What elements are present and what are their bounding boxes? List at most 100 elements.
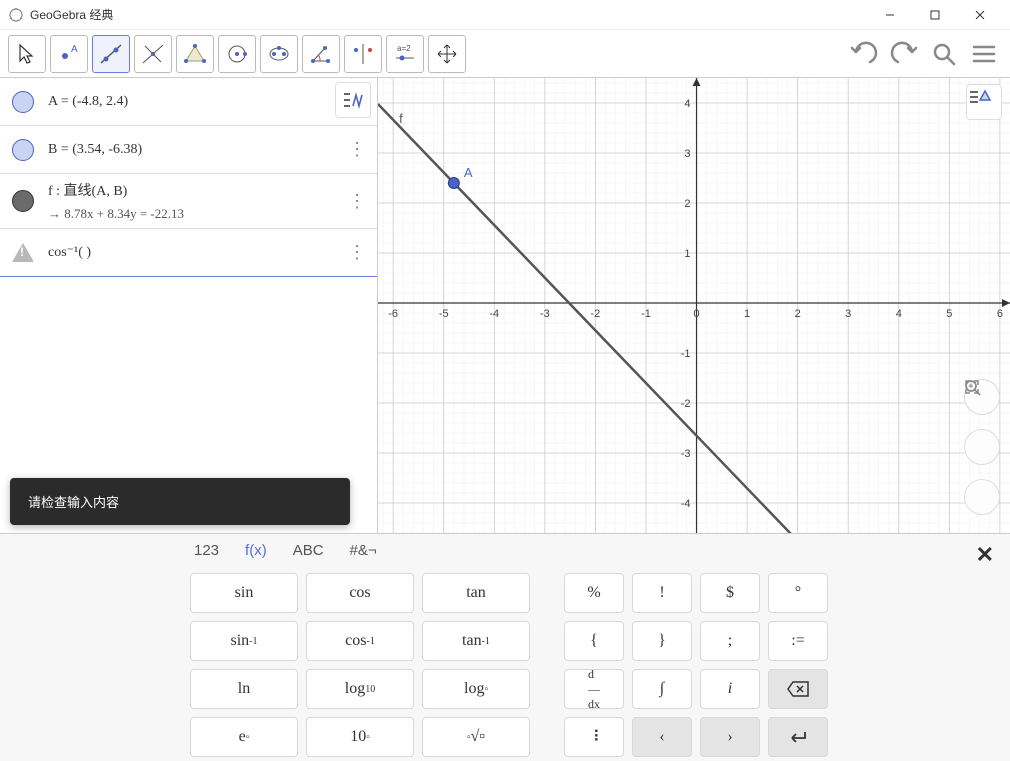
key-°[interactable]: ° <box>768 573 828 613</box>
key-;[interactable]: ; <box>700 621 760 661</box>
tool-slider[interactable]: a=2 <box>386 35 424 73</box>
key-∫[interactable]: ∫ <box>632 669 692 709</box>
tool-line[interactable] <box>92 35 130 73</box>
keyboard-tab[interactable]: ABC <box>293 542 324 559</box>
row-more-button[interactable]: ⋮ <box>347 139 367 160</box>
key-exp[interactable]: e▫ <box>190 717 298 757</box>
undo-button[interactable] <box>846 36 882 72</box>
row-more-button[interactable]: ⋮ <box>347 191 367 212</box>
object-visibility-toggle[interactable] <box>12 91 34 113</box>
algebra-expression[interactable]: A = (-4.8, 2.4) <box>48 94 367 110</box>
svg-text:5: 5 <box>946 308 952 320</box>
keyboard-body: sincostan%!$° sin-1cos-1tan-1 {};:= lnlog10… <box>0 567 1010 757</box>
svg-text:A: A <box>464 165 473 180</box>
svg-text:0: 0 <box>693 308 699 320</box>
minimize-button[interactable] <box>867 0 912 30</box>
row-more-button[interactable]: ⋮ <box>347 242 367 263</box>
svg-text:-2: -2 <box>681 398 691 410</box>
svg-text:2: 2 <box>795 308 801 320</box>
key-ddx[interactable]: d―dx <box>564 669 624 709</box>
virtual-keyboard: 123 f(x) ABC #&¬ ✕ sincostan%!$° sin-1cos-1t… <box>0 533 1010 761</box>
algebra-row[interactable]: A = (-4.8, 2.4) <box>0 78 377 126</box>
key-right[interactable]: › <box>700 717 760 757</box>
tool-ellipse[interactable] <box>260 35 298 73</box>
key-nroot[interactable]: ▫√▫ <box>422 717 530 757</box>
fullscreen-button[interactable] <box>964 479 1000 515</box>
svg-text:6: 6 <box>997 308 1003 320</box>
key-acos[interactable]: cos-1 <box>306 621 414 661</box>
svg-text:-6: -6 <box>388 308 398 320</box>
key-cos[interactable]: cos <box>306 573 414 613</box>
zoom-controls <box>964 379 1000 515</box>
algebra-expression[interactable]: f : 直线(A, B)→ 8.78x + 8.34y = -22.13 <box>48 180 333 222</box>
svg-text:a=2: a=2 <box>397 44 411 53</box>
key-:=[interactable]: := <box>768 621 828 661</box>
key-{[interactable]: { <box>564 621 624 661</box>
key-$[interactable]: $ <box>700 573 760 613</box>
key-pow10[interactable]: 10▫ <box>306 717 414 757</box>
zoom-out-button[interactable] <box>964 429 1000 465</box>
key-logb[interactable]: log▫ <box>422 669 530 709</box>
title-bar: GeoGebra 经典 <box>0 0 1010 30</box>
svg-text:-4: -4 <box>489 308 499 320</box>
tool-move-view[interactable] <box>428 35 466 73</box>
svg-text:4: 4 <box>896 308 902 320</box>
svg-text:-5: -5 <box>439 308 449 320</box>
keyboard-tabs: 123 f(x) ABC #&¬ ✕ <box>0 534 1010 567</box>
svg-text:A: A <box>71 44 78 55</box>
object-visibility-toggle[interactable] <box>12 243 34 262</box>
redo-button[interactable] <box>886 36 922 72</box>
object-visibility-toggle[interactable] <box>12 190 34 212</box>
object-visibility-toggle[interactable] <box>12 139 34 161</box>
maximize-button[interactable] <box>912 0 957 30</box>
key-left[interactable]: ‹ <box>632 717 692 757</box>
algebra-options-button[interactable] <box>335 82 371 118</box>
key-atan[interactable]: tan-1 <box>422 621 530 661</box>
svg-text:3: 3 <box>845 308 851 320</box>
key-%[interactable]: % <box>564 573 624 613</box>
tool-angle[interactable] <box>302 35 340 73</box>
svg-text:3: 3 <box>684 148 690 160</box>
algebra-expression[interactable]: cos⁻¹( ) <box>48 244 333 261</box>
key-}[interactable]: } <box>632 621 692 661</box>
svg-text:4: 4 <box>684 98 690 110</box>
svg-text:2: 2 <box>684 198 690 210</box>
keyboard-close-button[interactable]: ✕ <box>976 542 994 568</box>
svg-text:-1: -1 <box>681 348 691 360</box>
algebra-row[interactable]: f : 直线(A, B)→ 8.78x + 8.34y = -22.13 ⋮ <box>0 174 377 229</box>
algebra-row[interactable]: cos⁻¹( ) ⋮ <box>0 229 377 277</box>
key-backspace[interactable] <box>768 669 828 709</box>
tool-polygon[interactable] <box>176 35 214 73</box>
tool-point[interactable]: A <box>50 35 88 73</box>
key-ln[interactable]: ln <box>190 669 298 709</box>
tool-reflect[interactable] <box>344 35 382 73</box>
svg-text:-3: -3 <box>681 448 691 460</box>
menu-button[interactable] <box>966 36 1002 72</box>
graphics-options-button[interactable] <box>966 84 1002 120</box>
key-![interactable]: ! <box>632 573 692 613</box>
tool-circle[interactable] <box>218 35 256 73</box>
algebra-row[interactable]: B = (3.54, -6.38) ⋮ <box>0 126 377 174</box>
window-title: GeoGebra 经典 <box>30 6 867 23</box>
key-log10[interactable]: log10 <box>306 669 414 709</box>
tool-perpendicular[interactable] <box>134 35 172 73</box>
algebra-expression[interactable]: B = (3.54, -6.38) <box>48 142 333 158</box>
graphics-view[interactable]: -6-5-4-3-2-10123456-4-3-2-11234Af <box>378 78 1010 533</box>
key-asin[interactable]: sin-1 <box>190 621 298 661</box>
key-enter[interactable] <box>768 717 828 757</box>
keyboard-tab[interactable]: f(x) <box>245 542 267 559</box>
main-area: A = (-4.8, 2.4)B = (3.54, -6.38)⋮f : 直线(… <box>0 78 1010 533</box>
keyboard-tab[interactable]: 123 <box>194 542 219 559</box>
close-button[interactable] <box>957 0 1002 30</box>
svg-text:1: 1 <box>744 308 750 320</box>
keyboard-tab[interactable]: #&¬ <box>350 542 377 559</box>
key-tan[interactable]: tan <box>422 573 530 613</box>
key-more[interactable]: ⠸ <box>564 717 624 757</box>
tool-pointer[interactable] <box>8 35 46 73</box>
svg-text:-3: -3 <box>540 308 550 320</box>
svg-text:-1: -1 <box>641 308 651 320</box>
svg-text:f: f <box>399 111 403 126</box>
key-imag[interactable]: i <box>700 669 760 709</box>
search-button[interactable] <box>926 36 962 72</box>
key-sin[interactable]: sin <box>190 573 298 613</box>
